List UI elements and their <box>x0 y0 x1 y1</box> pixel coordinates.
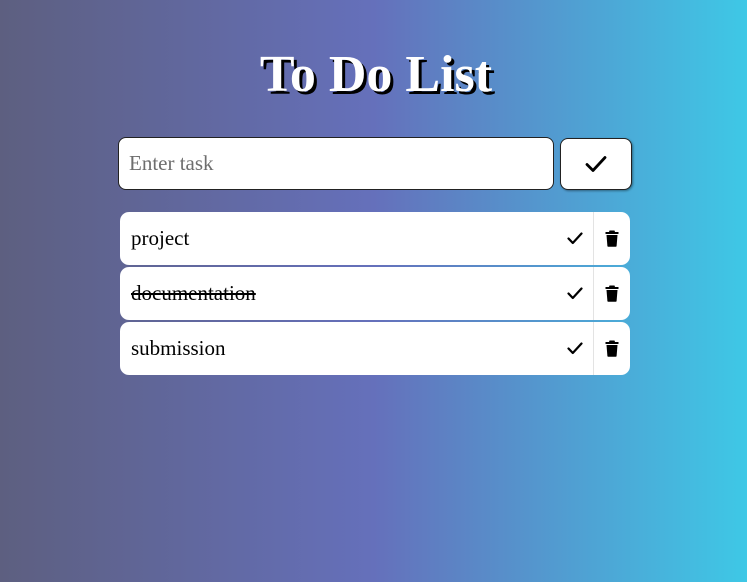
task-list: project documentation submission <box>120 212 630 377</box>
task-item: submission <box>120 322 630 375</box>
trash-icon <box>605 230 619 247</box>
complete-task-button[interactable] <box>557 267 593 320</box>
delete-task-button[interactable] <box>594 267 630 320</box>
check-icon <box>567 342 583 355</box>
task-text[interactable]: submission <box>120 336 557 361</box>
complete-task-button[interactable] <box>557 212 593 265</box>
trash-icon <box>605 340 619 357</box>
delete-task-button[interactable] <box>594 212 630 265</box>
check-icon <box>585 155 607 173</box>
delete-task-button[interactable] <box>594 322 630 375</box>
task-input[interactable] <box>118 137 554 190</box>
task-text[interactable]: documentation <box>120 281 557 306</box>
check-icon <box>567 232 583 245</box>
add-task-button[interactable] <box>560 138 632 190</box>
task-item: project <box>120 212 630 265</box>
task-text[interactable]: project <box>120 226 557 251</box>
complete-task-button[interactable] <box>557 322 593 375</box>
page-title: To Do List <box>259 46 493 103</box>
trash-icon <box>605 285 619 302</box>
task-item: documentation <box>120 267 630 320</box>
check-icon <box>567 287 583 300</box>
